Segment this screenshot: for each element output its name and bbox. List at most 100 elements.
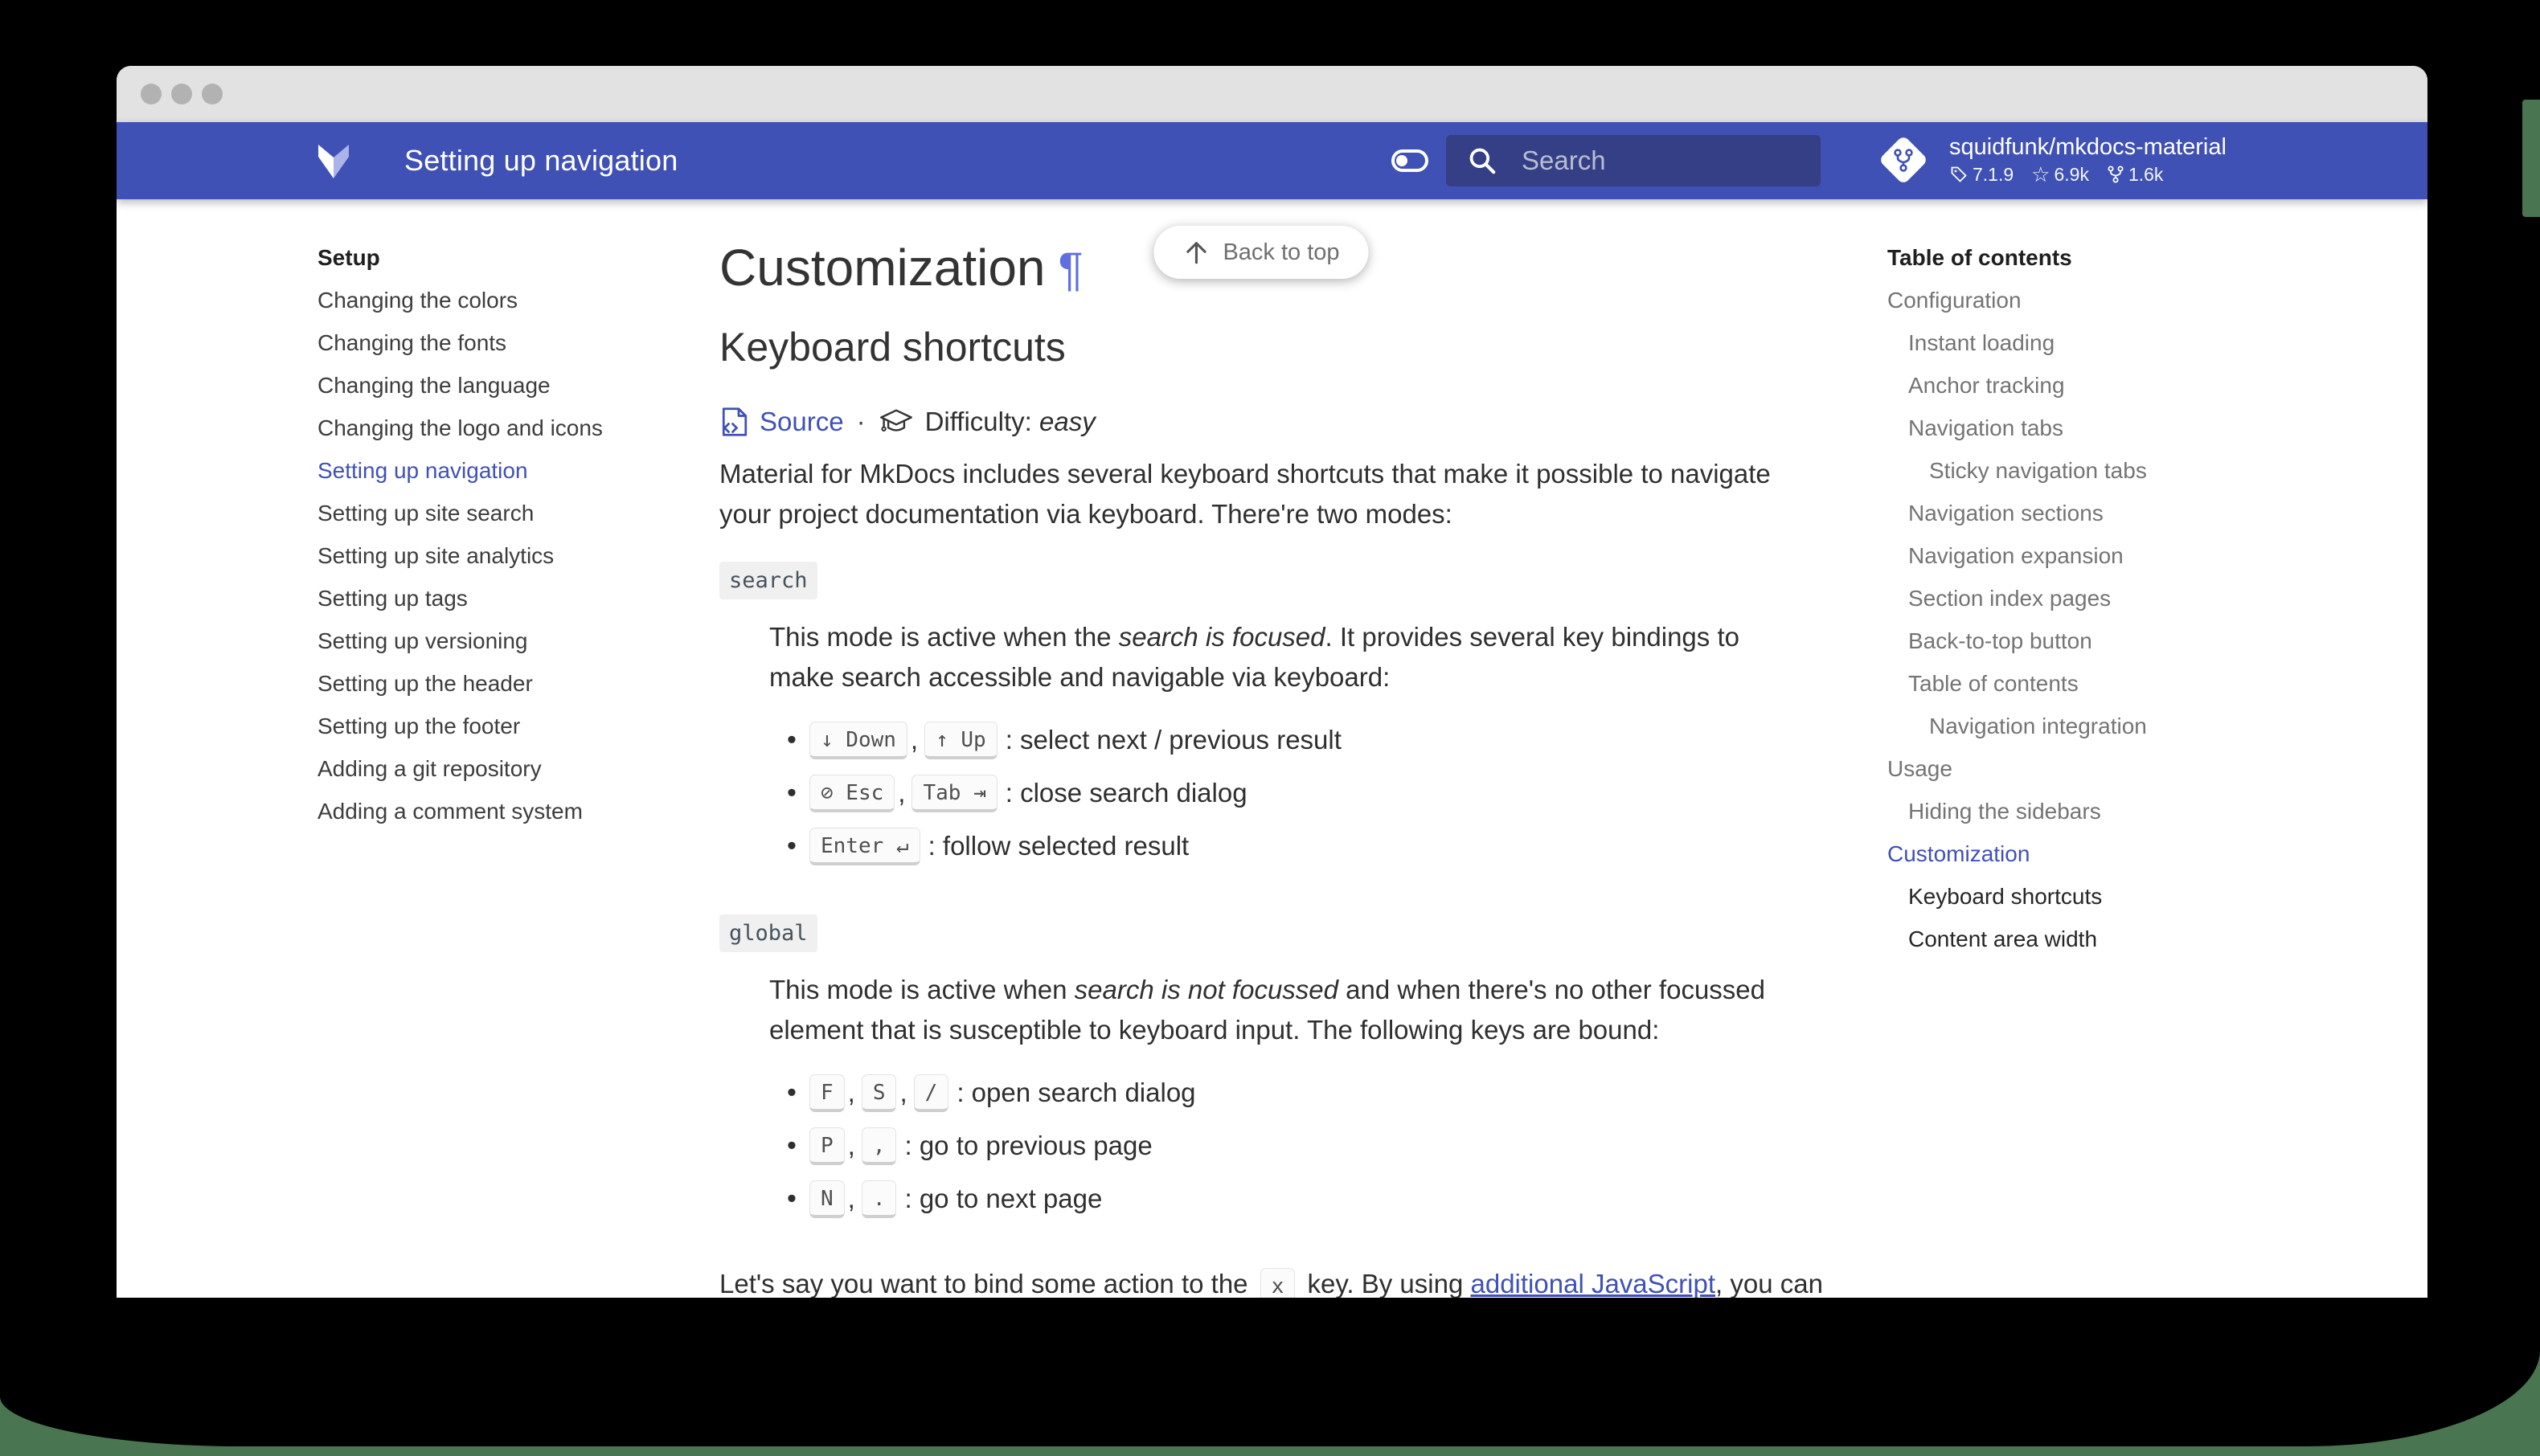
binding-description: : open search dialog [957,1078,1196,1107]
text-run: Let's say you want to bind some action t… [719,1269,1256,1298]
repo-facts: 7.1.9 ☆ 6.9k 1.6k [1949,162,2227,186]
keyboard-key: P [809,1127,845,1165]
app-header: Setting up navigation Search squidfunk/m… [117,122,2427,199]
toc-item[interactable]: Hiding the sidebars [1887,790,2386,832]
page-body: Setup Changing the colors Changing the fo… [117,199,2427,1298]
emphasized-text: search is not focussed [1074,975,1339,1004]
toc-item[interactable]: Content area width [1887,918,2386,960]
toc-item[interactable]: Configuration [1887,279,2386,321]
key-separator: , [847,1078,855,1107]
toc-item[interactable]: Navigation integration [1887,705,2386,747]
dark-mode-toggle[interactable] [1391,149,1428,172]
text-run: This mode is active when the [769,622,1119,652]
difficulty-label: Difficulty: [924,407,1032,436]
source-link[interactable]: Source [760,407,844,437]
key-binding-item: ⊘ Esc,Tab ⇥: close search dialog [719,767,1829,820]
wallpaper-right-sliver [2522,100,2540,217]
toc-item[interactable]: Table of contents [1887,662,2386,705]
table-of-contents: Table of contents Configuration Instant l… [1887,236,2386,960]
repo-forks: 1.6k [2128,164,2164,185]
search-icon [1469,148,1496,174]
mode-description: This mode is active when the search is f… [769,617,1782,697]
toc-item[interactable]: Sticky navigation tabs [1887,449,2386,492]
intro-paragraph: Material for MkDocs includes several key… [719,454,1829,534]
sidebar-item[interactable]: Changing the colors [318,279,695,321]
keyboard-key: N [809,1180,845,1218]
toc-title: Table of contents [1887,245,2072,270]
repo-version-fact: 7.1.9 [1949,162,2014,186]
keyboard-key: Tab ⇥ [912,774,998,812]
key-separator: , [899,1078,907,1107]
close-window-button[interactable] [141,84,162,104]
sidebar-item[interactable]: Setting up navigation [318,449,695,492]
sidebar-item[interactable]: Changing the fonts [318,321,695,364]
key-separator: , [847,1131,855,1160]
key-separator: , [898,778,906,808]
keyboard-key: S [861,1074,897,1112]
binding-description: : follow selected result [928,831,1190,861]
toc-item[interactable]: Navigation sections [1887,492,2386,534]
minimize-window-button[interactable] [171,84,192,104]
keyboard-key: , [861,1127,897,1165]
article-content: Customization ¶ Keyboard shortcuts Source… [719,199,1829,1298]
toc-item[interactable]: Navigation expansion [1887,534,2386,577]
key-separator: , [910,725,919,755]
sidebar-item[interactable]: Setting up the footer [318,705,695,747]
keyboard-modes: search This mode is active when the searc… [719,562,1829,1225]
heading-anchor-pilcrow[interactable]: ¶ [1059,243,1084,296]
repo-stars: 6.9k [2054,164,2089,185]
inline-link[interactable]: additional JavaScript [1471,1269,1716,1298]
search-input[interactable] [1520,145,1785,177]
mode-description: This mode is active when search is not f… [769,970,1782,1050]
sidebar-item[interactable]: Setting up site search [318,492,695,534]
toc-item[interactable]: Usage [1887,747,2386,790]
keyboard-key: ↓ Down [809,721,907,759]
nav-list: Changing the colors Changing the fonts Cha… [318,279,695,832]
keyboard-mode: search This mode is active when the searc… [719,562,1829,873]
page-title: Setting up navigation [404,144,678,177]
sidebar-item[interactable]: Setting up tags [318,577,695,620]
sidebar-item[interactable]: Adding a git repository [318,747,695,790]
star-icon: ☆ [2031,162,2050,186]
repo-link[interactable]: squidfunk/mkdocs-material 7.1.9 ☆ 6.9k 1… [1875,132,2227,188]
toc-item[interactable]: Anchor tracking [1887,364,2386,407]
repo-stars-fact: ☆ 6.9k [2031,162,2089,186]
toc-item[interactable]: Customization [1887,832,2386,875]
text-run: Material for MkDocs includes several key… [719,459,1771,529]
nav-sidebar: Setup Changing the colors Changing the fo… [318,236,695,832]
tag-icon [1951,166,1967,182]
keyboard-key: F [809,1074,845,1112]
sidebar-item[interactable]: Setting up the header [318,662,695,705]
repo-name: squidfunk/mkdocs-material [1949,134,2227,160]
text-run: key. By using [1300,1269,1471,1298]
maximize-window-button[interactable] [202,84,223,104]
mode-code-chip: global [719,914,817,952]
sidebar-item[interactable]: Changing the logo and icons [318,407,695,449]
mkdocs-material-logo-icon[interactable] [314,141,353,180]
window-titlebar [117,66,2427,122]
fork-icon [2108,166,2124,183]
repo-version: 7.1.9 [1973,164,2014,185]
browser-window: Setting up navigation Search squidfunk/m… [117,66,2427,1298]
toc-item[interactable]: Section index pages [1887,577,2386,620]
toc-item[interactable]: Back-to-top button [1887,620,2386,662]
nav-section-label: Setup [318,245,380,270]
sidebar-item[interactable]: Changing the language [318,364,695,407]
text-run: This mode is active when [769,975,1075,1004]
toc-item[interactable]: Instant loading [1887,321,2386,364]
sidebar-item[interactable]: Setting up site analytics [318,534,695,577]
repo-forks-fact: 1.6k [2107,162,2163,186]
screenshot-canvas: Setting up navigation Search squidfunk/m… [0,0,2540,1456]
toc-item[interactable]: Keyboard shortcuts [1887,875,2386,918]
article-heading: Customization ¶ [719,239,1084,297]
toc-item[interactable]: Navigation tabs [1887,407,2386,449]
key-binding-item: Enter ↵: follow selected result [719,820,1829,873]
section-heading: Keyboard shortcuts [719,325,1066,370]
keyboard-mode: global This mode is active when search is… [719,914,1829,1225]
emphasized-text: search is focused [1118,622,1325,652]
sidebar-item[interactable]: Adding a comment system [318,790,695,832]
file-code-icon[interactable] [719,406,750,438]
search-box[interactable] [1446,135,1821,186]
sidebar-item[interactable]: Setting up versioning [318,620,695,662]
mode-code-chip: search [719,562,817,599]
